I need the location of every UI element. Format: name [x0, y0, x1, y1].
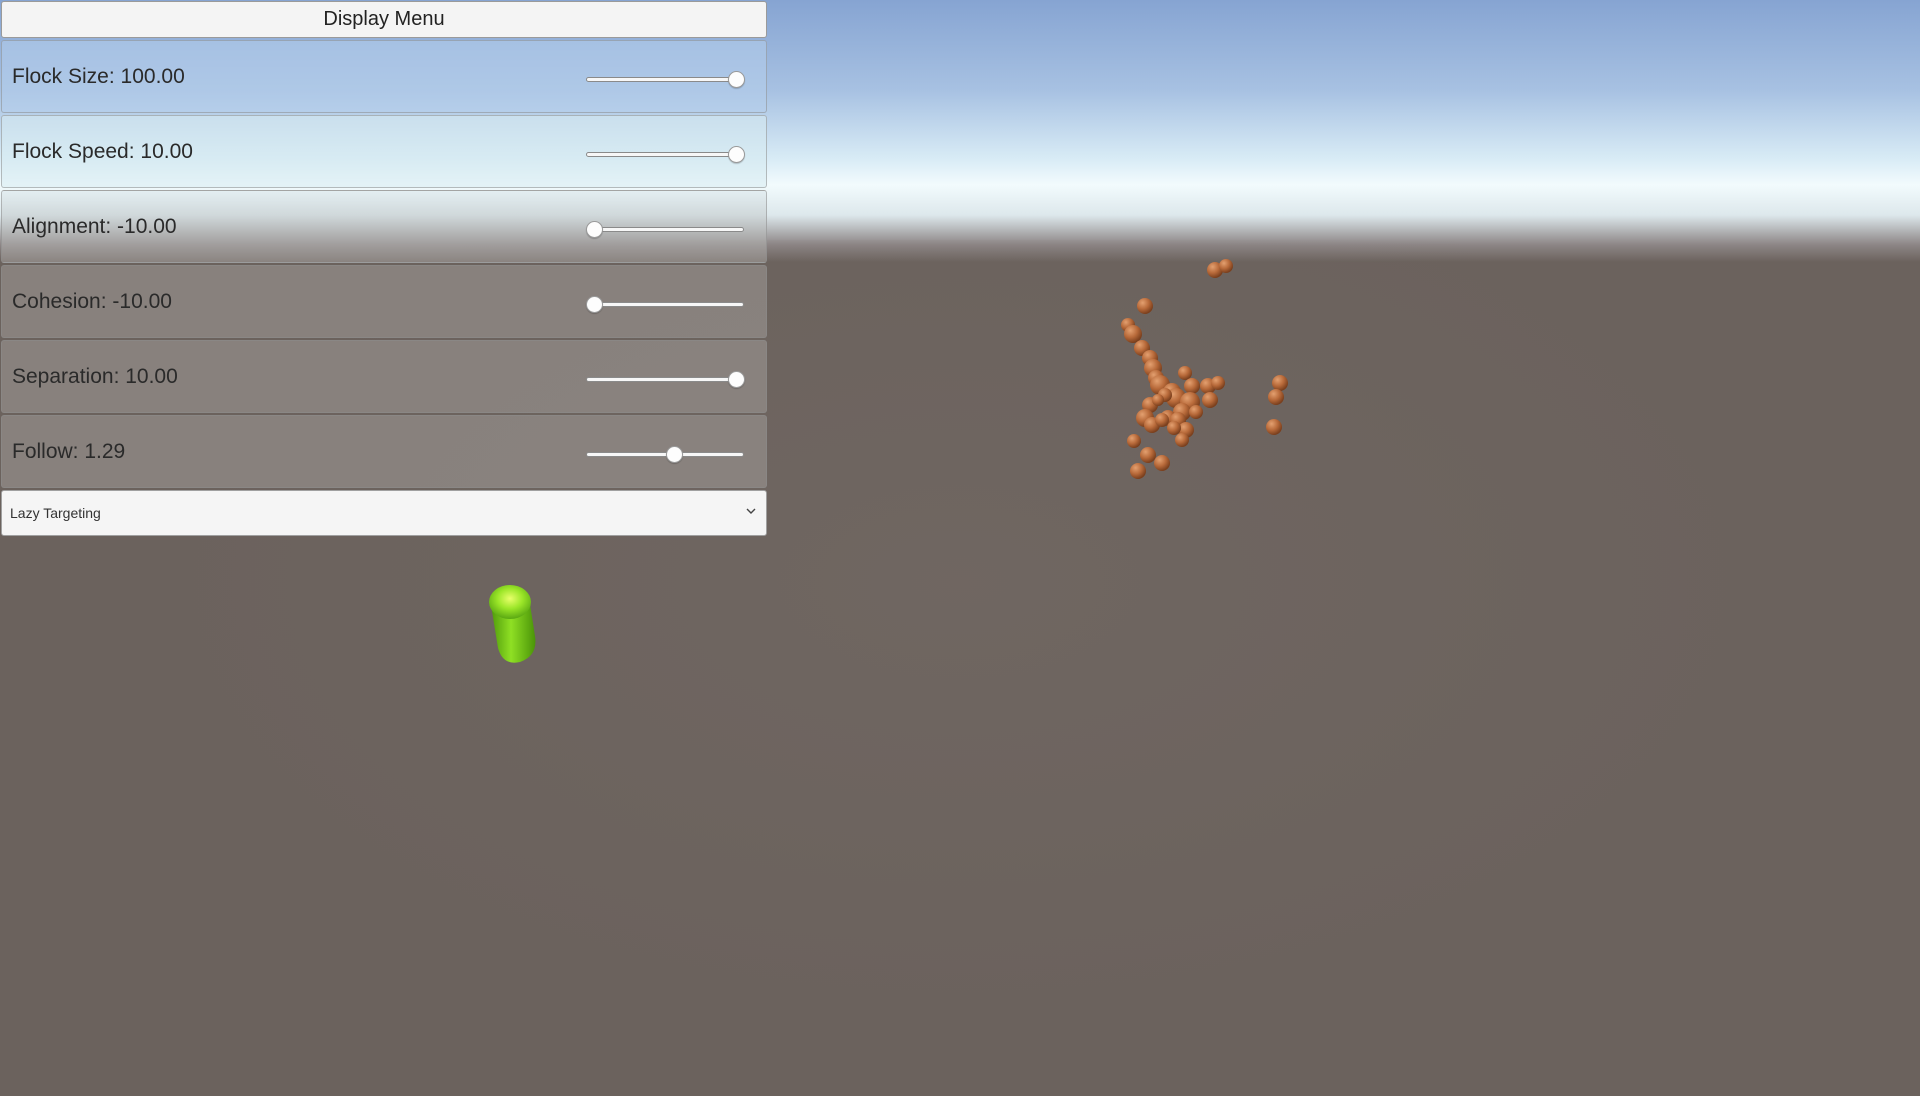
- boid: [1155, 413, 1169, 427]
- boid: [1266, 419, 1282, 435]
- flock-speed-slider-track[interactable]: [586, 152, 744, 157]
- boid: [1184, 378, 1200, 394]
- follow-slider-track[interactable]: [586, 452, 744, 457]
- flock-size-slider-handle[interactable]: [728, 71, 745, 88]
- boid: [1219, 259, 1233, 273]
- flock-size-slider[interactable]: [586, 71, 745, 88]
- boid: [1137, 298, 1153, 314]
- display-menu-button[interactable]: Display Menu: [1, 1, 767, 38]
- boid: [1130, 463, 1146, 479]
- flock-speed-slider-handle[interactable]: [728, 146, 745, 163]
- flock-size-row: Flock Size: 100.00: [1, 40, 767, 113]
- cohesion-slider[interactable]: [586, 296, 744, 313]
- alignment-label: Alignment: -10.00: [12, 214, 177, 238]
- cohesion-row: Cohesion: -10.00: [1, 265, 767, 338]
- alignment-slider-track[interactable]: [586, 227, 744, 232]
- alignment-row: Alignment: -10.00: [1, 190, 767, 263]
- follow-slider-handle[interactable]: [666, 446, 684, 463]
- separation-label: Separation: 10.00: [12, 364, 178, 388]
- flock-speed-label: Flock Speed: 10.00: [12, 139, 193, 163]
- boid: [1268, 389, 1284, 405]
- flock-size-slider-track[interactable]: [586, 77, 744, 82]
- cohesion-slider-track[interactable]: [586, 302, 744, 307]
- display-menu: Display Menu Flock Size: 100.00 Flock Spe…: [1, 1, 767, 536]
- cohesion-slider-handle[interactable]: [586, 296, 603, 313]
- follow-row: Follow: 1.29: [1, 415, 767, 488]
- separation-slider-handle[interactable]: [728, 371, 745, 388]
- boid: [1211, 376, 1225, 390]
- target-capsule: [489, 585, 536, 663]
- targeting-dropdown[interactable]: Lazy Targeting: [1, 490, 767, 536]
- flock-size-label: Flock Size: 100.00: [12, 64, 185, 88]
- boid: [1272, 375, 1288, 391]
- separation-row: Separation: 10.00: [1, 340, 767, 413]
- menu-rows: Flock Size: 100.00 Flock Speed: 10.00 Alig…: [1, 40, 767, 488]
- follow-label: Follow: 1.29: [12, 439, 126, 463]
- flock-speed-slider[interactable]: [586, 146, 745, 163]
- boid: [1154, 455, 1170, 471]
- boid: [1124, 325, 1142, 343]
- separation-slider[interactable]: [586, 371, 745, 388]
- boid: [1152, 394, 1164, 406]
- targeting-dropdown-label: Lazy Targeting: [10, 505, 101, 521]
- boid: [1189, 405, 1203, 419]
- follow-slider[interactable]: [586, 446, 744, 463]
- boid-flock: [1121, 259, 1288, 479]
- flock-speed-row: Flock Speed: 10.00: [1, 115, 767, 188]
- boid: [1127, 434, 1141, 448]
- alignment-slider-handle[interactable]: [586, 221, 603, 238]
- separation-slider-track[interactable]: [586, 377, 744, 382]
- boid: [1140, 447, 1156, 463]
- game-viewport[interactable]: Display Menu Flock Size: 100.00 Flock Spe…: [0, 0, 1920, 1096]
- boid: [1167, 421, 1181, 435]
- alignment-slider[interactable]: [586, 221, 744, 238]
- chevron-down-icon: [746, 508, 756, 514]
- boid: [1178, 366, 1192, 380]
- cohesion-label: Cohesion: -10.00: [12, 289, 172, 313]
- boid: [1175, 433, 1189, 447]
- boid: [1202, 392, 1218, 408]
